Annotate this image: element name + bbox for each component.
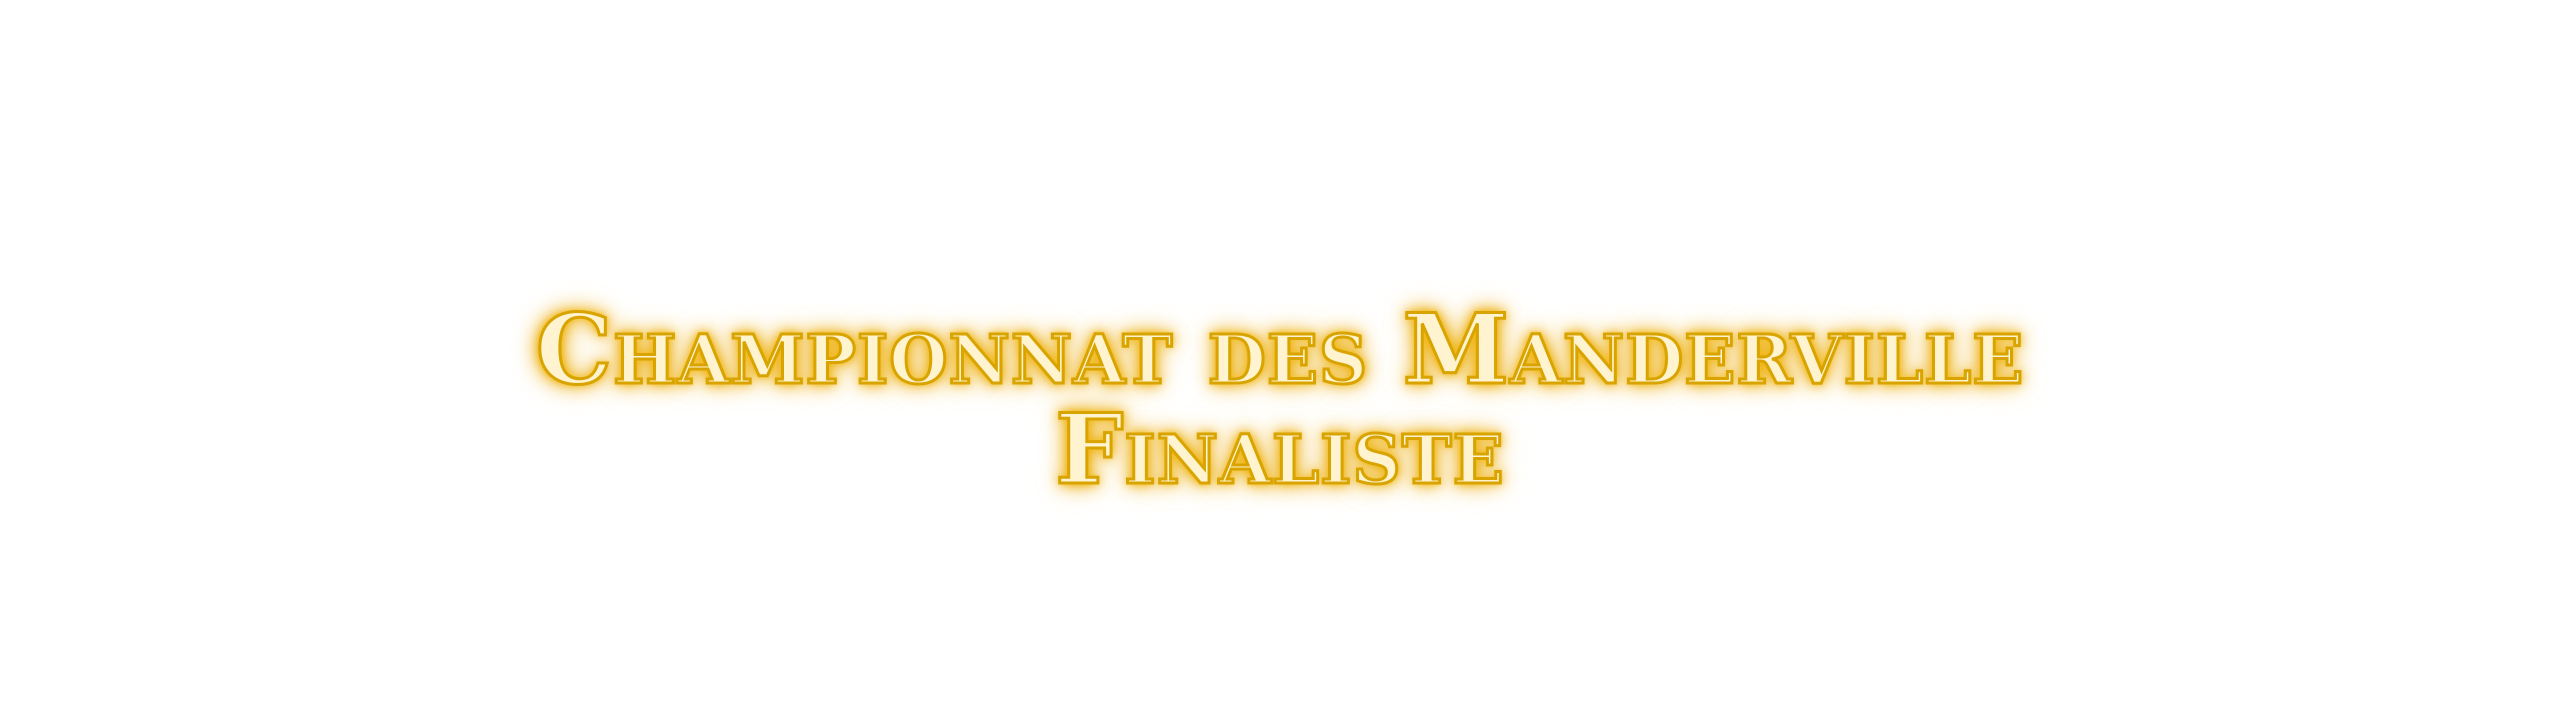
achievement-banner: Championnat des Manderville Finaliste	[0, 0, 2560, 720]
achievement-title-line-1: Championnat des Manderville	[534, 293, 2025, 406]
achievement-title: Championnat des Manderville Finaliste	[0, 293, 2560, 506]
achievement-title-line-2: Finaliste	[1054, 393, 1505, 506]
